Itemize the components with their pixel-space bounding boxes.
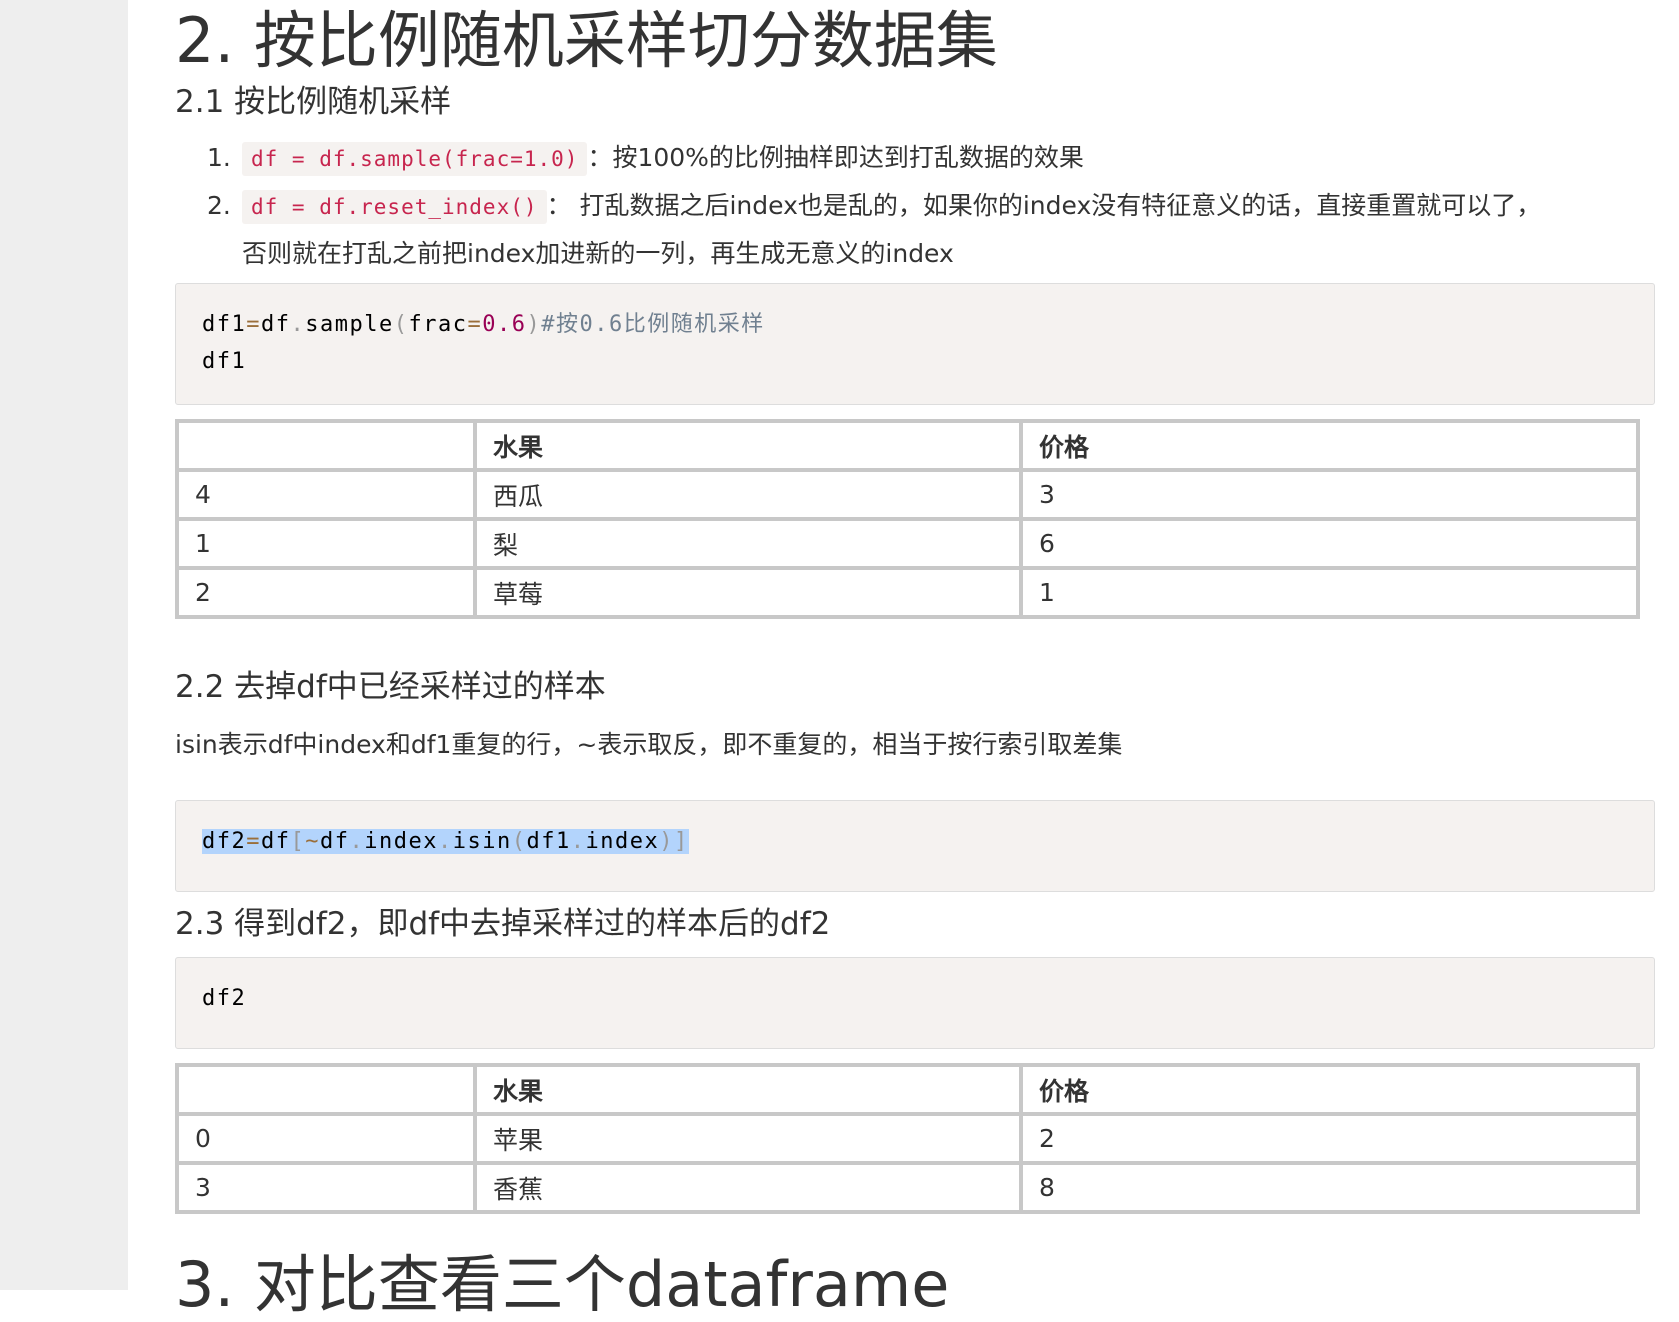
table-header-cell xyxy=(175,419,477,472)
inline-code: df = df.reset_index() xyxy=(242,190,547,224)
code-token: frac xyxy=(408,312,468,337)
dataframe-table-df2: 水果 价格 0 苹果 2 3 香蕉 8 xyxy=(175,1063,1640,1214)
code-line: df2=df[~df.index.isin(df1.index)] xyxy=(202,823,1628,860)
table-cell: 6 xyxy=(1019,517,1640,570)
table-cell: 2 xyxy=(175,566,477,619)
code-token: . xyxy=(570,829,586,854)
code-token: ] xyxy=(673,829,689,854)
code-token: = xyxy=(246,829,261,854)
table-row: 2 草莓 1 xyxy=(175,566,1640,619)
code-token: ( xyxy=(511,829,527,854)
list-item-text: ：按100%的比例抽样即达到打乱数据的效果 xyxy=(587,143,1084,172)
list-number: 2. xyxy=(207,191,231,220)
code-token: = xyxy=(246,312,261,337)
code-token: index xyxy=(364,829,438,854)
left-gutter xyxy=(0,0,128,1290)
steps-list: 1. df = df.sample(frac=1.0) ：按100%的比例抽样即达… xyxy=(175,134,1655,278)
table-row: 4 西瓜 3 xyxy=(175,468,1640,521)
list-item: 1. df = df.sample(frac=1.0) ：按100%的比例抽样即达… xyxy=(175,134,1655,182)
table-cell: 梨 xyxy=(473,517,1023,570)
code-comment: #按0.6比例随机采样 xyxy=(541,312,765,337)
table-header-row: 水果 价格 xyxy=(175,419,1640,472)
code-token: df xyxy=(320,829,350,854)
code-token: 0.6 xyxy=(482,312,527,337)
code-line: df2 xyxy=(202,986,247,1011)
list-item-text: ： 打乱数据之后index也是乱的，如果你的index没有特征意义的话，直接重置… xyxy=(546,191,1542,220)
list-item-text-continued: 否则就在打乱之前把index加进新的一列，再生成无意义的index xyxy=(242,239,954,268)
table-cell: 1 xyxy=(175,517,477,570)
code-token: = xyxy=(467,312,483,337)
code-line: df1=df.sample(frac=0.6)#按0.6比例随机采样 xyxy=(202,306,1628,343)
dataframe-table-df1: 水果 价格 4 西瓜 3 1 梨 6 2 草莓 1 xyxy=(175,419,1640,619)
section-2-heading: 2. 按比例随机采样切分数据集 xyxy=(175,4,998,77)
table-cell: 草莓 xyxy=(473,566,1023,619)
code-token: [ xyxy=(290,829,306,854)
table-header-cell xyxy=(175,1063,477,1116)
code-block-df2-display[interactable]: df2 xyxy=(175,957,1655,1049)
code-token: df1 xyxy=(526,829,571,854)
subsection-2-2-heading: 2.2 去掉df中已经采样过的样本 xyxy=(175,669,606,705)
code-token: . xyxy=(437,829,453,854)
subsection-2-2-description: isin表示df中index和df1重复的行，~表示取反，即不重复的，相当于按行… xyxy=(175,730,1123,759)
table-cell: 苹果 xyxy=(473,1112,1023,1165)
table-header-cell: 价格 xyxy=(1019,419,1640,472)
table-row: 1 梨 6 xyxy=(175,517,1640,570)
code-token: df xyxy=(261,312,291,337)
code-token: ( xyxy=(393,312,409,337)
code-token: index xyxy=(585,829,660,854)
table-row: 3 香蕉 8 xyxy=(175,1161,1640,1214)
code-token: df1 xyxy=(202,312,247,337)
table-cell: 3 xyxy=(175,1161,477,1214)
code-token: ) xyxy=(659,829,674,854)
subsection-2-1-heading: 2.1 按比例随机采样 xyxy=(175,84,452,120)
code-token: df xyxy=(261,829,291,854)
table-header-cell: 水果 xyxy=(473,1063,1023,1116)
table-cell: 4 xyxy=(175,468,477,521)
table-cell: 0 xyxy=(175,1112,477,1165)
code-token: isin xyxy=(452,829,512,854)
table-cell: 3 xyxy=(1019,468,1640,521)
code-block-df2[interactable]: df2=df[~df.index.isin(df1.index)] xyxy=(175,800,1655,892)
code-line: df1 xyxy=(202,349,247,374)
table-header-cell: 价格 xyxy=(1019,1063,1640,1116)
table-cell: 8 xyxy=(1019,1161,1640,1214)
table-cell: 1 xyxy=(1019,566,1640,619)
table-row: 0 苹果 2 xyxy=(175,1112,1640,1165)
table-cell: 香蕉 xyxy=(473,1161,1023,1214)
code-token: sample xyxy=(305,312,394,337)
code-block-sample[interactable]: df1=df.sample(frac=0.6)#按0.6比例随机采样 df1 xyxy=(175,283,1655,405)
code-token: ~ xyxy=(305,829,320,854)
table-cell: 西瓜 xyxy=(473,468,1023,521)
table-cell: 2 xyxy=(1019,1112,1640,1165)
section-3-heading: 3. 对比查看三个dataframe xyxy=(175,1248,950,1321)
list-number: 1. xyxy=(207,143,231,172)
code-token: df2 xyxy=(202,829,247,854)
list-item: 2. df = df.reset_index()： 打乱数据之后index也是乱… xyxy=(175,182,1655,278)
code-token: . xyxy=(349,829,365,854)
code-token: . xyxy=(290,312,306,337)
subsection-2-3-heading: 2.3 得到df2，即df中去掉采样过的样本后的df2 xyxy=(175,906,831,942)
selected-code[interactable]: df2=df[~df.index.isin(df1.index)] xyxy=(202,829,689,854)
table-header-row: 水果 价格 xyxy=(175,1063,1640,1116)
inline-code: df = df.sample(frac=1.0) xyxy=(242,142,588,176)
code-token: ) xyxy=(526,312,542,337)
table-header-cell: 水果 xyxy=(473,419,1023,472)
